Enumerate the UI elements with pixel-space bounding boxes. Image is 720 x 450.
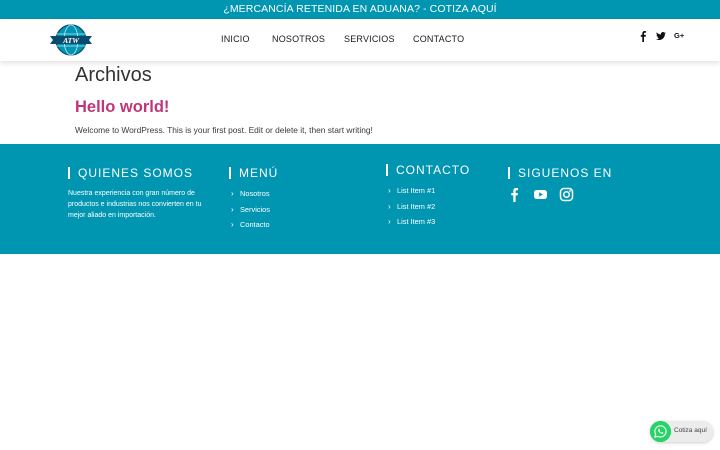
footer-contact-item[interactable]: › List Item #1	[388, 186, 435, 202]
nav-contacto[interactable]: CONTACTO	[413, 34, 464, 44]
nav-nosotros[interactable]: NOSOTROS	[272, 34, 325, 44]
twitter-icon[interactable]	[655, 30, 667, 42]
whatsapp-button[interactable]: Cotiza aquí	[650, 421, 713, 442]
chevron-right-icon: ›	[231, 204, 234, 214]
site-header: ATW INICIO NOSOTROS SERVICIOS CONTACTO G…	[0, 19, 720, 61]
about-heading: QUIENES SOMOS	[68, 167, 193, 179]
chevron-right-icon: ›	[231, 189, 234, 198]
contact-heading: CONTACTO	[386, 164, 470, 176]
main-content: Archivos Hello world! Welcome to WordPre…	[75, 64, 655, 135]
site-footer: QUIENES SOMOS Nuestra experiencia con gr…	[0, 144, 720, 254]
footer-menu-item[interactable]: › Servicios	[231, 205, 270, 221]
nav-inicio[interactable]: INICIO	[221, 34, 250, 44]
youtube-icon[interactable]	[533, 187, 548, 202]
footer-contact-item[interactable]: › List Item #3	[388, 217, 435, 233]
announcement-text[interactable]: ¿MERCANCÍA RETENIDA EN ADUANA? - COTIZA …	[223, 3, 496, 15]
facebook-icon[interactable]	[637, 30, 649, 42]
footer-menu-list: › Nosotros › Servicios › Contacto	[231, 189, 270, 236]
footer-contact-list: › List Item #1 › List Item #2 › List Item #…	[388, 186, 435, 233]
footer-contact-label: List Item #2	[397, 201, 436, 211]
main-nav: INICIO NOSOTROS SERVICIOS CONTACTO	[0, 19, 720, 61]
chevron-right-icon: ›	[388, 201, 391, 211]
menu-heading: MENÚ	[229, 167, 278, 179]
whatsapp-label: Cotiza aquí	[674, 427, 707, 434]
post-title-link[interactable]: Hello world!	[75, 98, 169, 117]
about-text: Nuestra experiencia con gran número de p…	[68, 190, 202, 219]
google-plus-icon[interactable]: G+	[674, 30, 686, 42]
page-title: Archivos	[75, 64, 152, 86]
follow-heading: SIGUENOS EN	[508, 167, 612, 179]
footer-contact-item[interactable]: › List Item #2	[388, 202, 435, 218]
chevron-right-icon: ›	[388, 186, 391, 195]
announcement-bar[interactable]: ¿MERCANCÍA RETENIDA EN ADUANA? - COTIZA …	[0, 0, 720, 19]
footer-contact-label: List Item #3	[397, 217, 436, 227]
footer-menu-label: Nosotros	[240, 189, 270, 198]
facebook-icon[interactable]	[507, 187, 522, 202]
post-excerpt: Welcome to WordPress. This is your first…	[75, 125, 373, 135]
footer-menu-label: Servicios	[240, 204, 270, 214]
footer-menu-item[interactable]: › Nosotros	[231, 189, 270, 205]
whatsapp-icon	[650, 421, 671, 442]
footer-menu-item[interactable]: › Contacto	[231, 220, 270, 236]
footer-menu-label: Contacto	[240, 220, 270, 230]
footer-contact-label: List Item #1	[397, 186, 436, 195]
nav-servicios[interactable]: SERVICIOS	[344, 34, 395, 44]
chevron-right-icon: ›	[388, 217, 391, 227]
chevron-right-icon: ›	[231, 220, 234, 230]
instagram-icon[interactable]	[559, 187, 574, 202]
